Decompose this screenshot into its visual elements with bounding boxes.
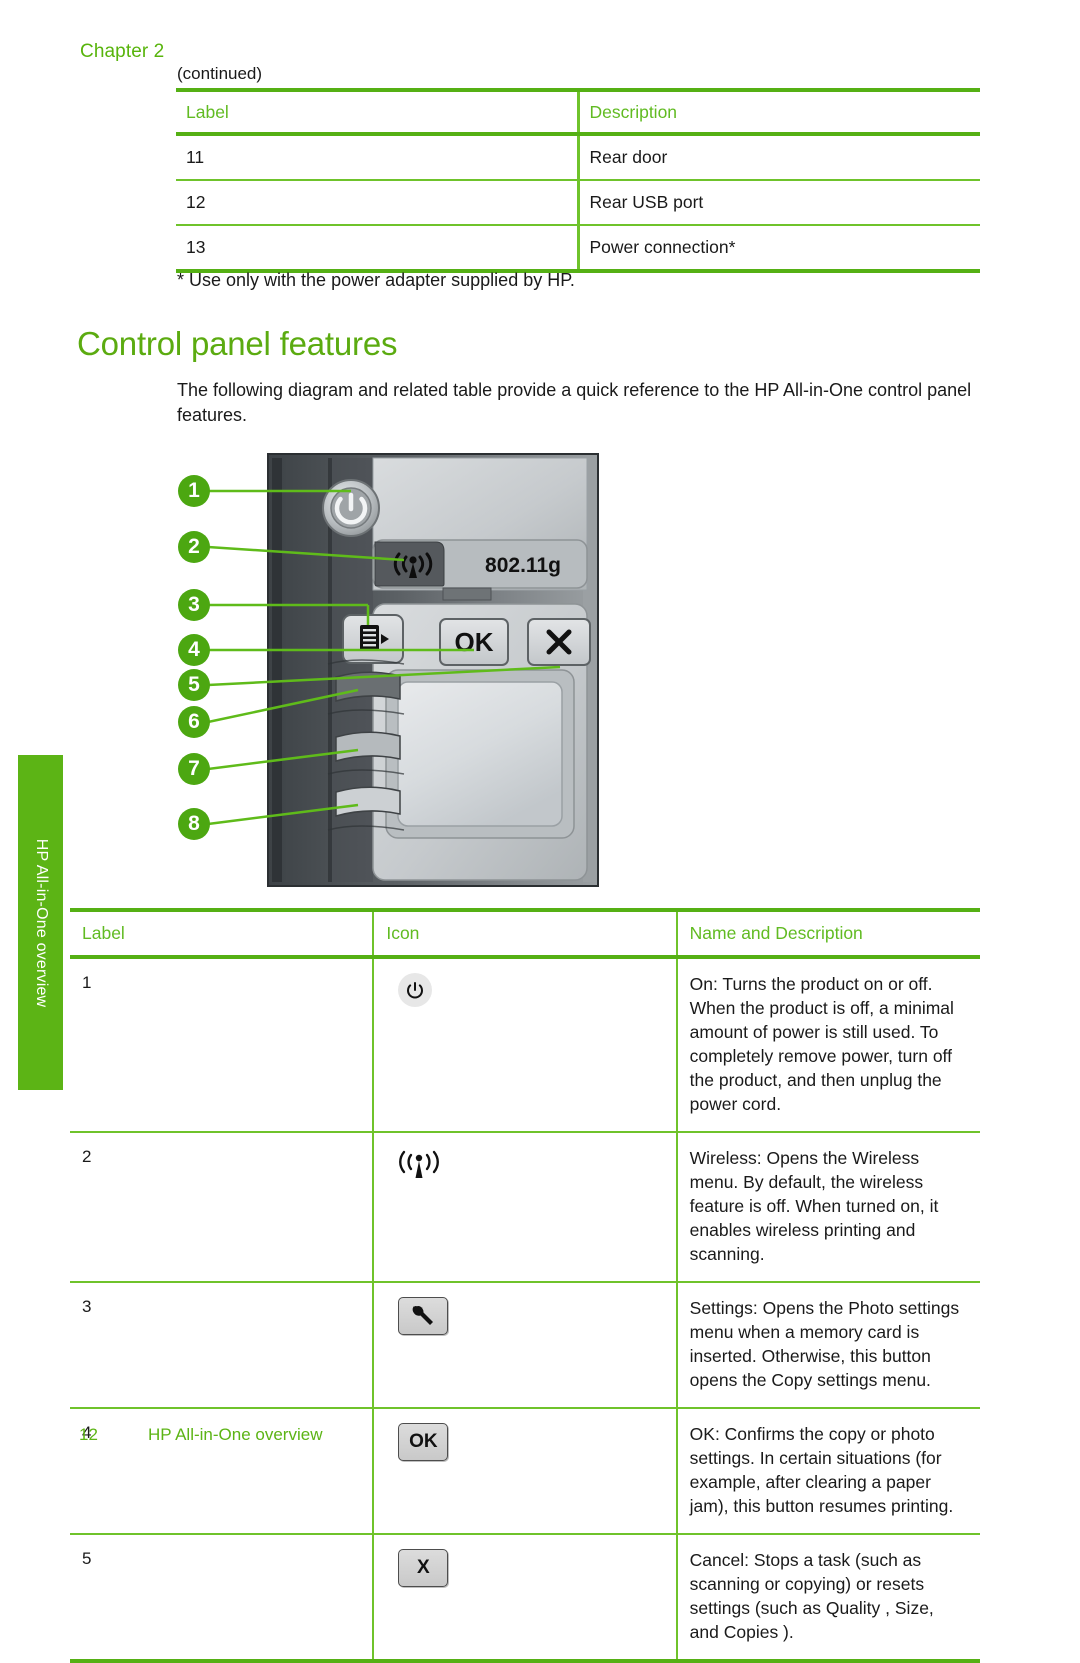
- table-bottom-rule: [70, 1659, 980, 1663]
- callout-3: 3: [178, 589, 210, 621]
- cell-icon: X: [372, 1535, 677, 1659]
- cell-description: OK: Confirms the copy or photo settings.…: [675, 1409, 980, 1533]
- wrench-icon: [398, 1297, 449, 1335]
- cell-label: 12: [186, 192, 206, 212]
- wireless-icon: [399, 1150, 440, 1178]
- table-row: 3 Settings: Opens the Photo settings men…: [70, 1283, 980, 1407]
- cell-label: 2: [82, 1147, 92, 1166]
- table-row: 13 Power connection*: [176, 226, 980, 269]
- soft-key-group: [327, 659, 405, 831]
- table-row: 5 X Cancel: Stops a task (such as scanni…: [70, 1535, 980, 1659]
- power-button-on-panel: [322, 479, 380, 537]
- header-label: Label: [186, 102, 229, 122]
- cell-description: On: Turns the product on or off. When th…: [675, 959, 980, 1131]
- callout-6: 6: [178, 706, 210, 738]
- cell-description: Power connection*: [576, 226, 980, 269]
- ok-button-on-panel: OK: [439, 618, 509, 666]
- wireless-standard-label: 802.11g: [485, 554, 561, 577]
- table-row: 2 Wireless: Opens the Wireless menu. By …: [70, 1133, 980, 1281]
- cell-label: 1: [82, 973, 92, 992]
- page-title: Control panel features: [77, 325, 398, 362]
- callout-7: 7: [178, 753, 210, 785]
- cell-label: 3: [82, 1297, 92, 1316]
- ok-key-icon: OK: [398, 1423, 449, 1461]
- cell-label: 13: [186, 237, 206, 257]
- cell-description: Rear door: [576, 136, 980, 179]
- side-tab: HP All-in-One overview: [18, 755, 63, 1090]
- cell-label: 11: [186, 147, 205, 167]
- table-row: 12 Rear USB port: [176, 181, 980, 224]
- cell-icon: [372, 959, 677, 1131]
- power-glyph: [407, 982, 424, 999]
- table-row: 11 Rear door: [176, 136, 980, 179]
- control-panel-figure: 802.11g OK 1 2 3 4 5 6 7 8: [168, 452, 708, 892]
- callout-2: 2: [178, 531, 210, 563]
- table-header-row: Label Icon Name and Description: [70, 912, 980, 955]
- settings-button-on-panel: [342, 614, 404, 664]
- header-label: Label: [82, 923, 125, 943]
- cell-description: Wireless: Opens the Wireless menu. By de…: [675, 1133, 980, 1281]
- cancel-key-icon: X: [398, 1549, 449, 1587]
- cell-icon: [372, 1133, 677, 1281]
- cell-icon: OK: [372, 1409, 677, 1533]
- rear-features-table: Label Description 11 Rear door 12 Rear U…: [176, 88, 980, 273]
- table-row: 1 On: Turns the product on or off. When …: [70, 959, 980, 1131]
- header-description: Description: [576, 92, 980, 132]
- side-tab-label: HP All-in-One overview: [32, 838, 50, 1007]
- cancel-button-on-panel: [527, 618, 591, 666]
- cell-icon: [372, 1283, 677, 1407]
- footer-title: HP All-in-One overview: [148, 1425, 323, 1444]
- chapter-header: Chapter 2: [80, 41, 165, 62]
- callout-1: 1: [178, 475, 210, 507]
- callout-5: 5: [178, 669, 210, 701]
- header-name-description: Name and Description: [675, 912, 980, 955]
- cell-label: 5: [82, 1549, 92, 1568]
- header-icon: Icon: [372, 912, 677, 955]
- footnote: * Use only with the power adapter suppli…: [177, 270, 575, 290]
- callout-8: 8: [178, 808, 210, 840]
- footer-page-number: 12: [79, 1425, 98, 1444]
- intro-paragraph: The following diagram and related table …: [177, 380, 972, 425]
- cell-description: Settings: Opens the Photo settings menu …: [675, 1283, 980, 1407]
- control-panel-illustration: 802.11g OK: [207, 453, 599, 887]
- cell-description: Cancel: Stops a task (such as scanning o…: [675, 1535, 980, 1659]
- power-icon: [398, 973, 433, 1007]
- cell-description: Rear USB port: [576, 181, 980, 224]
- table-header-row: Label Description: [176, 92, 980, 132]
- control-panel-features-table: Label Icon Name and Description 1 On: Tu…: [70, 908, 980, 1663]
- display-screen: [385, 669, 575, 839]
- table-continued-label: (continued): [177, 64, 263, 83]
- ok-key-text: OK: [455, 627, 494, 657]
- callout-4: 4: [178, 634, 210, 666]
- wrench-glyph: [413, 1306, 434, 1325]
